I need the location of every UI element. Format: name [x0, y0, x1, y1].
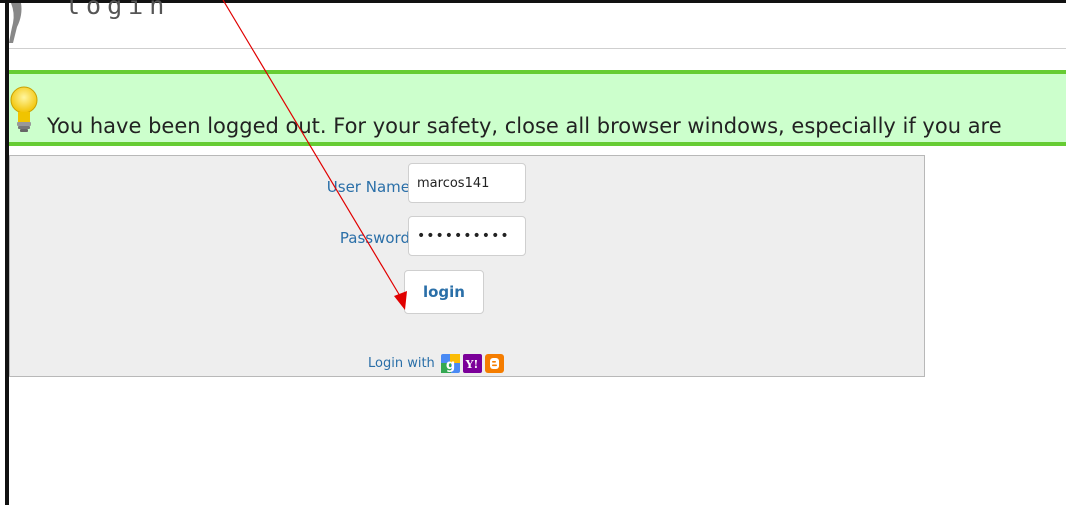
login-with-label: Login with	[368, 355, 435, 371]
notice-message: You have been logged out. For your safet…	[47, 114, 1002, 138]
svg-text:Y!: Y!	[464, 358, 478, 371]
yahoo-icon[interactable]: Y!	[462, 353, 482, 373]
login-panel: User Name Password login Login with g Y!	[9, 155, 925, 377]
lightbulb-icon	[9, 84, 39, 134]
login-button[interactable]: login	[404, 270, 484, 314]
password-input[interactable]	[408, 216, 526, 256]
logout-notice: You have been logged out. For your safet…	[9, 70, 1066, 146]
password-label: Password	[339, 229, 410, 247]
svg-text:g: g	[446, 358, 455, 373]
username-input[interactable]	[408, 163, 526, 203]
username-label: User Name	[326, 178, 410, 196]
login-with-row: Login with g Y!	[368, 353, 504, 373]
page-title: login	[65, 0, 171, 20]
blogger-icon[interactable]	[484, 353, 504, 373]
page-header: login	[9, 0, 1066, 49]
key-icon	[9, 3, 25, 43]
google-icon[interactable]: g	[440, 353, 460, 373]
